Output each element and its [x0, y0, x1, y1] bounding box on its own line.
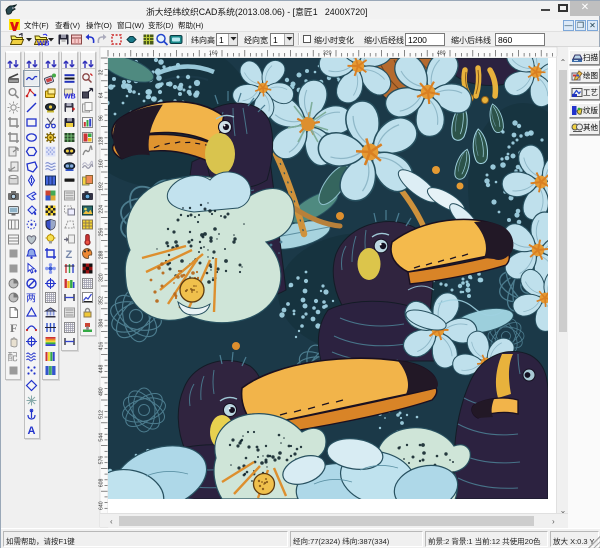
svg-text:WB: WB: [64, 93, 76, 100]
svg-text:配: 配: [7, 351, 17, 363]
svg-text:160: 160: [209, 51, 218, 57]
svg-text:480: 480: [437, 51, 446, 57]
svg-text:A: A: [28, 425, 36, 436]
svg-text:两: 两: [26, 294, 36, 305]
svg-text:320: 320: [323, 51, 332, 57]
svg-text:Z: Z: [65, 249, 72, 260]
svg-text:F: F: [10, 321, 17, 334]
